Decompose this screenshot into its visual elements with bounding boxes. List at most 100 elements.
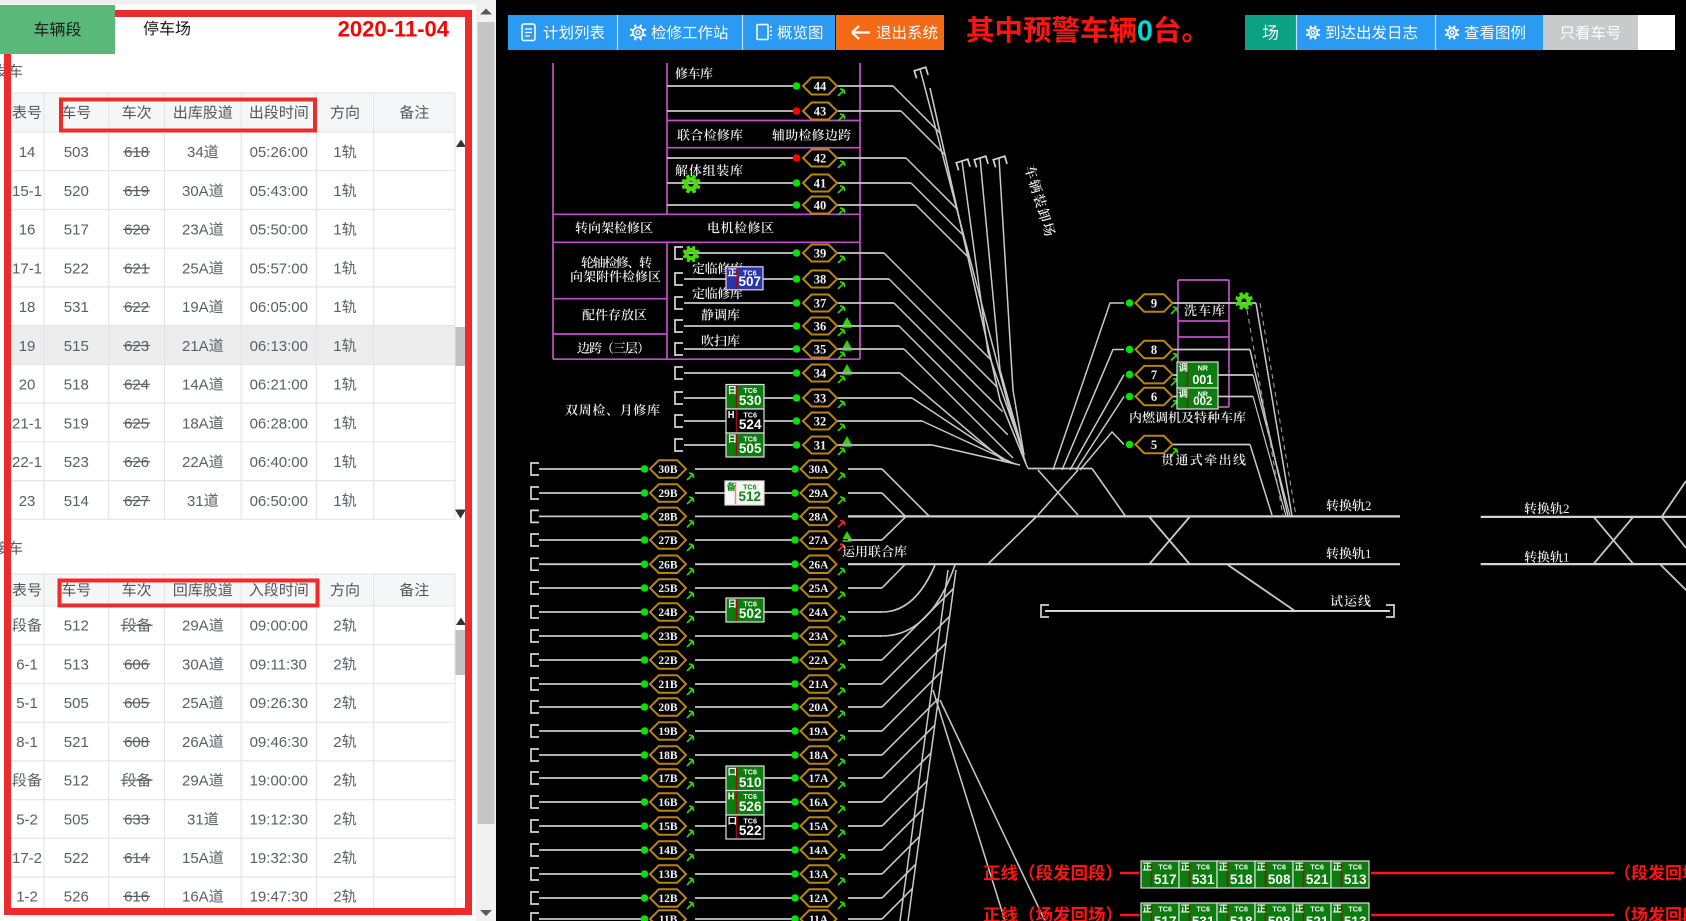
svg-text:TC6: TC6 — [1272, 905, 1286, 914]
svg-text:26A: 26A — [809, 559, 830, 571]
svg-text:518: 518 — [1230, 872, 1253, 887]
svg-text:12B: 12B — [658, 893, 678, 905]
svg-text:15A: 15A — [809, 821, 830, 833]
svg-text:06:13:00: 06:13:00 — [250, 338, 308, 355]
svg-text:508: 508 — [1268, 914, 1291, 921]
svg-text:42: 42 — [814, 152, 827, 166]
svg-text:2: 2 — [333, 850, 341, 867]
svg-text:2: 2 — [333, 656, 341, 673]
svg-text:33: 33 — [814, 392, 827, 406]
svg-text:002: 002 — [1193, 396, 1212, 408]
svg-text:29A: 29A — [809, 488, 830, 500]
svg-text:620: 620 — [124, 222, 149, 239]
svg-text:9: 9 — [1151, 297, 1157, 311]
svg-text:1: 1 — [333, 144, 341, 161]
svg-text:1: 1 — [333, 260, 341, 277]
svg-text:19A: 19A — [182, 299, 209, 316]
svg-text:627: 627 — [124, 493, 149, 510]
svg-text:523: 523 — [64, 454, 89, 471]
svg-text:521: 521 — [64, 734, 89, 751]
svg-text:23A: 23A — [809, 631, 830, 643]
svg-text:622: 622 — [124, 299, 149, 316]
svg-text:17-1: 17-1 — [12, 260, 42, 277]
svg-text:22-1: 22-1 — [12, 454, 42, 471]
svg-text:6: 6 — [1151, 390, 1157, 404]
svg-text:1: 1 — [333, 415, 341, 432]
svg-text:28B: 28B — [658, 512, 678, 524]
svg-text:519: 519 — [64, 415, 89, 432]
svg-text:522: 522 — [64, 850, 89, 867]
svg-text:17A: 17A — [809, 773, 830, 785]
svg-text:1: 1 — [333, 222, 341, 239]
svg-text:5-1: 5-1 — [16, 695, 38, 712]
svg-text:05:43:00: 05:43:00 — [250, 183, 308, 200]
svg-text:614: 614 — [124, 850, 149, 867]
svg-text:508: 508 — [1268, 872, 1291, 887]
svg-text:16A: 16A — [809, 797, 830, 809]
svg-text:06:28:00: 06:28:00 — [250, 415, 308, 432]
svg-text:2: 2 — [333, 695, 341, 712]
svg-text:09:11:30: 09:11:30 — [250, 656, 307, 673]
svg-text:8-1: 8-1 — [16, 734, 38, 751]
svg-text:621: 621 — [124, 260, 149, 277]
svg-text:1: 1 — [1563, 550, 1570, 565]
svg-text:6-1: 6-1 — [16, 656, 38, 673]
svg-text:29B: 29B — [658, 488, 678, 500]
svg-text:626: 626 — [124, 454, 149, 471]
svg-text:29A: 29A — [182, 773, 209, 790]
svg-text:25A: 25A — [809, 583, 830, 595]
svg-text:15B: 15B — [658, 821, 678, 833]
svg-text:510: 510 — [739, 775, 762, 790]
svg-text:503: 503 — [64, 144, 89, 161]
svg-text:19:00:00: 19:00:00 — [250, 773, 308, 790]
svg-text:14B: 14B — [658, 845, 678, 857]
svg-text:TC6: TC6 — [1158, 863, 1172, 872]
svg-text:526: 526 — [739, 799, 762, 814]
svg-text:21B: 21B — [658, 679, 678, 691]
svg-text:26B: 26B — [658, 559, 678, 571]
svg-text:TC6: TC6 — [1348, 863, 1362, 872]
svg-text:517: 517 — [1154, 872, 1177, 887]
svg-text:34: 34 — [187, 144, 204, 161]
svg-text:06:21:00: 06:21:00 — [250, 377, 308, 394]
svg-text:13A: 13A — [809, 869, 830, 881]
svg-text:06:05:00: 06:05:00 — [250, 299, 308, 316]
svg-text:41: 41 — [814, 177, 827, 191]
svg-text:531: 531 — [1192, 872, 1215, 887]
svg-text:2: 2 — [1365, 498, 1372, 513]
svg-text:19:12:30: 19:12:30 — [250, 811, 308, 828]
svg-text:09:00:00: 09:00:00 — [250, 618, 308, 635]
svg-text:TC6: TC6 — [1310, 863, 1324, 872]
svg-text:TC6: TC6 — [1348, 905, 1362, 914]
svg-text:1: 1 — [333, 493, 341, 510]
svg-text:2: 2 — [333, 734, 341, 751]
svg-text:37: 37 — [814, 297, 827, 311]
svg-text:30A: 30A — [182, 183, 209, 200]
svg-text:29A: 29A — [182, 618, 209, 635]
svg-text:38: 38 — [814, 273, 827, 287]
svg-text:14: 14 — [19, 144, 36, 161]
svg-text:05:57:00: 05:57:00 — [250, 260, 308, 277]
svg-text:0: 0 — [1137, 15, 1153, 47]
svg-text:001: 001 — [1192, 373, 1213, 387]
svg-text:522: 522 — [64, 260, 89, 277]
svg-text:16: 16 — [19, 222, 36, 239]
svg-text:23: 23 — [19, 493, 36, 510]
svg-text:2020-11-04: 2020-11-04 — [338, 17, 450, 42]
svg-text:18A: 18A — [182, 415, 209, 432]
svg-text:28A: 28A — [809, 512, 830, 524]
svg-text:5: 5 — [1151, 438, 1157, 452]
svg-text:30B: 30B — [658, 464, 678, 476]
svg-text:5-2: 5-2 — [16, 811, 38, 828]
svg-text:TC6: TC6 — [1234, 863, 1248, 872]
svg-text:8: 8 — [1151, 343, 1157, 357]
svg-text:1: 1 — [333, 454, 341, 471]
svg-text:1: 1 — [333, 183, 341, 200]
svg-text:09:46:30: 09:46:30 — [250, 734, 308, 751]
svg-text:TC6: TC6 — [1158, 905, 1172, 914]
svg-text:32: 32 — [814, 415, 827, 429]
svg-text:31: 31 — [814, 439, 827, 453]
svg-text:40: 40 — [814, 199, 827, 213]
svg-text:TC6: TC6 — [1234, 905, 1248, 914]
svg-text:19:32:30: 19:32:30 — [250, 850, 308, 867]
